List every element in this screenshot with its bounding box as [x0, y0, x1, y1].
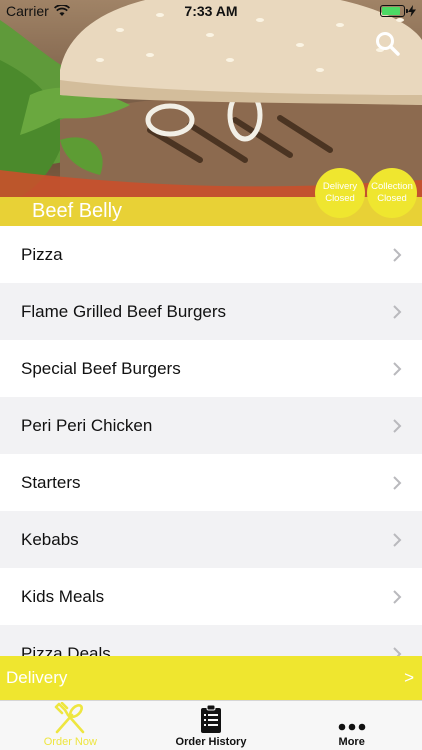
collection-badge-line1: Collection: [371, 181, 413, 192]
chevron-right-icon: [393, 589, 402, 604]
delivery-arrow-icon: >: [404, 668, 414, 687]
category-item-kebabs[interactable]: Kebabs: [0, 511, 422, 568]
delivery-mode-bar[interactable]: Delivery >: [0, 656, 422, 700]
category-item-pizza[interactable]: Pizza: [0, 226, 422, 283]
category-label: Starters: [21, 472, 81, 492]
tab-label: More: [338, 736, 365, 748]
delivery-mode-label: Delivery: [6, 668, 68, 687]
tab-order-history[interactable]: Order History: [141, 701, 282, 750]
category-item-flame-grilled-beef-burgers[interactable]: Flame Grilled Beef Burgers: [0, 283, 422, 340]
chevron-right-icon: [393, 304, 402, 319]
search-icon[interactable]: [374, 30, 402, 58]
delivery-badge-line1: Delivery: [322, 181, 358, 192]
delivery-badge-line2: Closed: [325, 193, 355, 204]
category-label: Kebabs: [21, 529, 79, 549]
chevron-right-icon: [393, 646, 402, 656]
status-time: 7:33 AM: [184, 3, 238, 19]
category-label: Special Beef Burgers: [21, 358, 181, 378]
chevron-right-icon: [393, 475, 402, 490]
chevron-right-icon: [393, 247, 402, 262]
chevron-right-icon: [393, 532, 402, 547]
more-dots-icon: [338, 723, 365, 731]
collection-badge-line2: Closed: [377, 193, 407, 204]
restaurant-name: Beef Belly: [32, 200, 123, 222]
collection-status-badge: Collection Closed: [367, 168, 417, 218]
category-item-pizza-deals[interactable]: Pizza Deals: [0, 625, 422, 656]
tab-label: Order History: [175, 736, 247, 748]
clipboard-icon: [201, 704, 221, 733]
category-label: Kids Meals: [21, 586, 105, 606]
category-item-peri-peri-chicken[interactable]: Peri Peri Chicken: [0, 397, 422, 454]
category-item-starters[interactable]: Starters: [0, 454, 422, 511]
tab-order-now[interactable]: Order Now: [0, 701, 141, 750]
status-bar: Carrier 7:33 AM: [0, 0, 422, 22]
battery-icon: [380, 5, 408, 17]
tab-label: Order Now: [43, 736, 97, 748]
category-list: Pizza Flame Grilled Beef Burgers Special…: [0, 226, 422, 656]
category-item-kids-meals[interactable]: Kids Meals: [0, 568, 422, 625]
chevron-right-icon: [393, 361, 402, 376]
hero-image: Beef Belly Delivery Closed Collection Cl…: [0, 0, 422, 226]
tab-bar: Order Now Order History More: [0, 700, 422, 750]
fork-knife-icon: [55, 702, 85, 734]
category-label: Flame Grilled Beef Burgers: [21, 301, 227, 321]
tab-more[interactable]: More: [281, 701, 422, 750]
category-item-special-beef-burgers[interactable]: Special Beef Burgers: [0, 340, 422, 397]
category-label: Peri Peri Chicken: [21, 415, 153, 435]
category-label: Pizza: [21, 244, 63, 264]
delivery-status-badge: Delivery Closed: [315, 168, 365, 218]
category-label: Pizza Deals: [21, 643, 111, 657]
chevron-right-icon: [393, 418, 402, 433]
